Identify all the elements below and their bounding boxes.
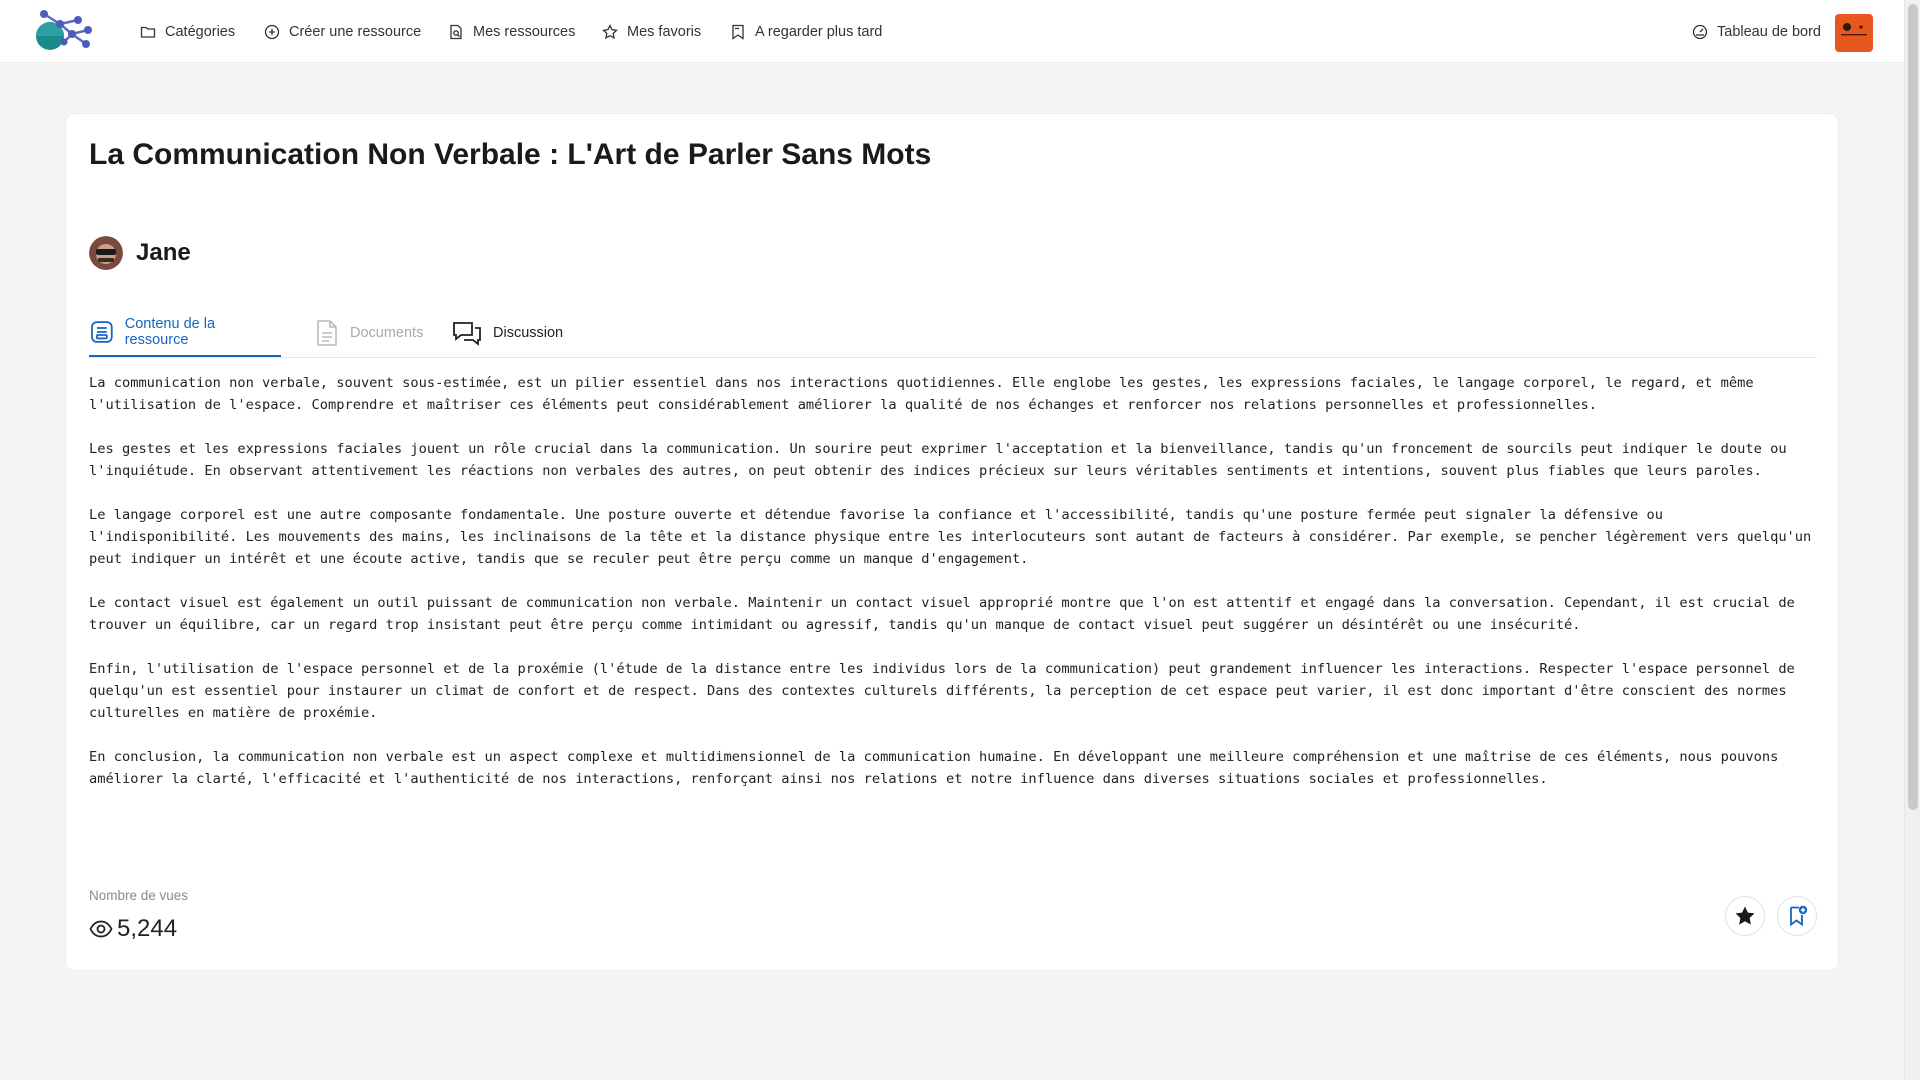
plus-circle-icon <box>264 24 280 40</box>
views-counter: 5,244 <box>89 915 177 943</box>
tab-label: Discussion <box>493 325 564 341</box>
folder-icon <box>140 26 156 38</box>
chat-bubbles-icon <box>453 322 481 346</box>
nav-item-label: A regarder plus tard <box>755 24 883 40</box>
content-paragraph: La communication non verbale, souvent so… <box>89 375 1754 413</box>
star-outline-icon <box>602 24 618 40</box>
nav-item-label: Catégories <box>165 24 236 40</box>
content-paragraph: Les gestes et les expressions faciales j… <box>89 441 1787 479</box>
watch-later-button[interactable] <box>1777 896 1817 936</box>
content-paragraph: Enfin, l'utilisation de l'espace personn… <box>89 661 1795 721</box>
resource-content: La communication non verbale, souvent so… <box>89 372 1819 812</box>
author-avatar <box>89 236 123 270</box>
site-logo[interactable] <box>30 6 96 52</box>
document-search-icon <box>450 24 462 40</box>
tab-documents[interactable]: Documents <box>314 309 423 357</box>
nav-item-dashboard[interactable]: Tableau de bord <box>1692 20 1821 44</box>
nav-item-label: Mes ressources <box>473 24 576 40</box>
document-icon <box>317 320 337 346</box>
nav-item-favorites[interactable]: Mes favoris <box>602 20 701 44</box>
eye-icon <box>89 920 113 938</box>
tab-discussion[interactable]: Discussion <box>451 309 563 357</box>
bookmark-plus-icon <box>1790 905 1808 927</box>
views-label: Nombre de vues <box>89 888 189 903</box>
gauge-icon <box>1692 24 1708 40</box>
star-icon <box>1735 906 1755 925</box>
views-count: 5,244 <box>117 915 178 942</box>
nav-item-categories[interactable]: Catégories <box>140 20 235 44</box>
favorite-button[interactable] <box>1725 896 1765 936</box>
nav-item-my-resources[interactable]: Mes ressources <box>448 20 575 44</box>
scrollbar-thumb[interactable] <box>1908 4 1918 810</box>
content-paragraph: En conclusion, la communication non verb… <box>89 749 1779 787</box>
nav-item-label: Mes favoris <box>627 24 702 40</box>
nav-item-label: Créer une ressource <box>289 24 422 40</box>
tab-label: Documents <box>350 325 424 341</box>
author-name: Jane <box>136 239 191 266</box>
content-paragraph: Le langage corporel est une autre compos… <box>89 507 1812 567</box>
content-icon <box>91 321 113 343</box>
resource-card: La Communication Non Verbale : L'Art de … <box>65 113 1839 971</box>
content-paragraph: Le contact visuel est également un outil… <box>89 595 1795 633</box>
nav-item-label: Tableau de bord <box>1717 24 1821 40</box>
bookmark-outline-icon <box>732 24 744 40</box>
top-navbar: Catégories Créer une ressource Mes resso… <box>0 0 1905 63</box>
user-menu-button[interactable] <box>1835 14 1873 52</box>
author-block[interactable]: Jane <box>89 236 191 270</box>
nav-item-create-resource[interactable]: Créer une ressource <box>264 20 421 44</box>
page-scrollbar[interactable] <box>1904 0 1920 1080</box>
tab-content[interactable]: Contenu de la ressource <box>89 309 281 357</box>
resource-tabs: Contenu de la ressource Documents Discus… <box>89 309 1817 358</box>
user-avatar-icon <box>1841 23 1867 36</box>
nav-item-watch-later[interactable]: A regarder plus tard <box>730 20 882 44</box>
resource-title: La Communication Non Verbale : L'Art de … <box>89 138 932 171</box>
tab-label: Contenu de la ressource <box>124 316 216 348</box>
